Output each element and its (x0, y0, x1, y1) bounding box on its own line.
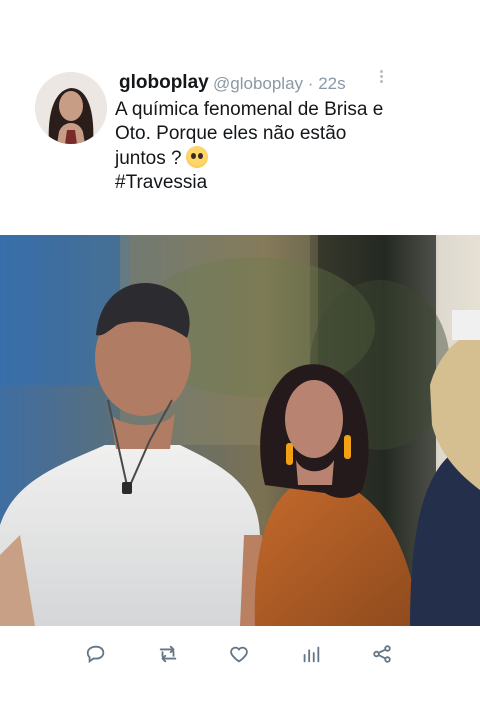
display-name[interactable]: globoplay (119, 72, 209, 94)
hashtag-link[interactable]: #Travessia (115, 171, 445, 195)
tweet-actions (0, 626, 480, 720)
avatar[interactable] (35, 72, 107, 144)
tweet-photo[interactable] (0, 235, 480, 626)
handle-time[interactable]: @globoplay · 22s (213, 74, 346, 94)
pleading-face-icon (185, 146, 208, 168)
views-icon[interactable] (297, 642, 325, 666)
tweet-text-line-3-text: juntos ? (115, 148, 182, 169)
tweet-text-line-1: A química fenomenal de Brisa e (115, 99, 384, 120)
tweet-text-line-3: juntos ? (115, 146, 445, 171)
tweet-header: globoplay @globoplay · 22s A química fen… (0, 0, 480, 235)
separator: · (307, 74, 314, 93)
share-icon[interactable] (368, 642, 396, 666)
like-icon[interactable] (225, 642, 253, 666)
tweet-text: A química fenomenal de Brisa e Oto. Porq… (115, 98, 445, 195)
more-options-icon[interactable] (376, 68, 386, 92)
reply-icon[interactable] (82, 642, 110, 666)
user-handle[interactable]: @globoplay (213, 74, 303, 93)
tweet-text-line-2: Oto. Porque eles não estão (115, 123, 347, 144)
timestamp[interactable]: 22s (318, 74, 345, 93)
retweet-icon[interactable] (154, 642, 182, 666)
